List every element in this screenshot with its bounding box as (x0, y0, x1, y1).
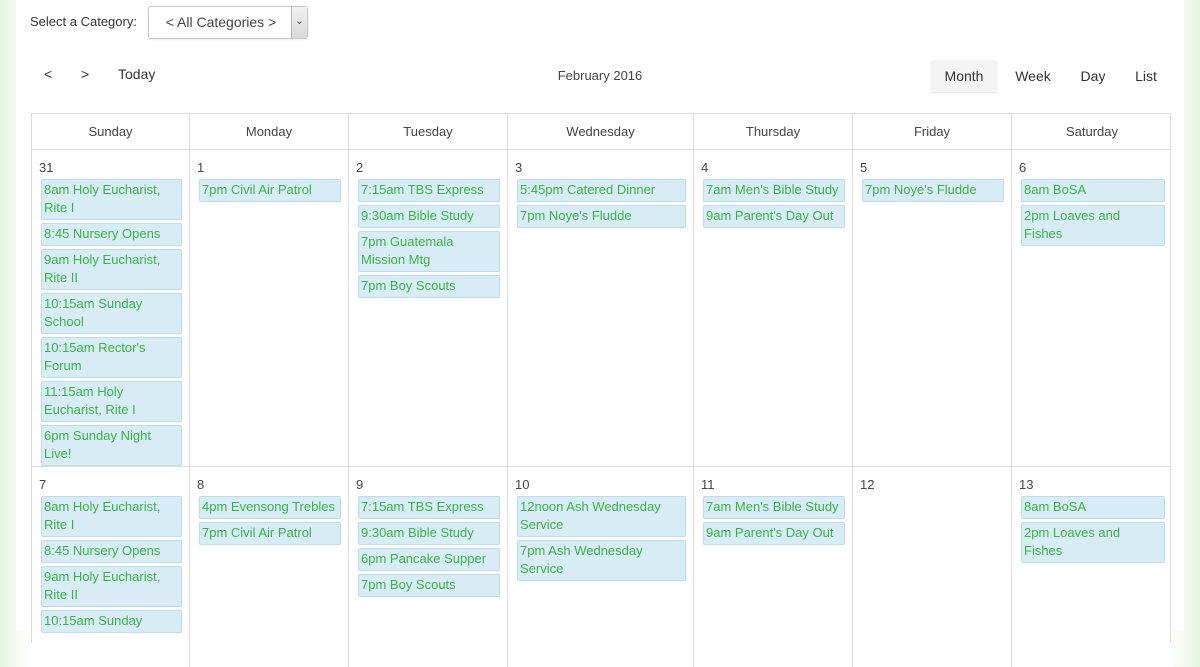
calendar-event[interactable]: 9am Holy Eucharist, Rite II (41, 249, 182, 290)
calendar-event[interactable]: 5:45pm Catered Dinner (517, 179, 686, 202)
weekday-header-row: Sunday Monday Tuesday Wednesday Thursday Frid… (32, 114, 1170, 150)
event-list: 8am BoSA 2pm Loaves and Fishes (1021, 179, 1165, 249)
day-cell[interactable]: 3 5:45pm Catered Dinner 7pm Noye's Fludde (508, 150, 694, 466)
calendar-event[interactable]: 2pm Loaves and Fishes (1021, 205, 1165, 246)
day-cell[interactable]: 9 7:15am TBS Express 9:30am Bible Study 6pm… (349, 467, 508, 667)
day-number[interactable]: 12 (860, 477, 874, 492)
day-number[interactable]: 13 (1019, 477, 1033, 492)
day-number[interactable]: 9 (356, 477, 363, 492)
calendar-event[interactable]: 8am BoSA (1021, 496, 1165, 519)
day-cell[interactable]: 4 7am Men's Bible Study 9am Parent's Day O… (694, 150, 853, 466)
day-cell[interactable]: 7 8am Holy Eucharist, Rite I 8:45 Nursery … (32, 467, 190, 667)
event-list: 7:15am TBS Express 9:30am Bible Study 6pm … (358, 496, 500, 600)
event-list: 7:15am TBS Express 9:30am Bible Study 7pm … (358, 179, 500, 301)
day-number[interactable]: 10 (515, 477, 529, 492)
month-grid: Sunday Monday Tuesday Wednesday Thursday Frid… (31, 113, 1171, 667)
calendar-panel: Select a Category: < All Categories > ⌄ … (16, 0, 1184, 667)
calendar-event[interactable]: 9am Parent's Day Out (703, 522, 845, 545)
calendar-event[interactable]: 6pm Pancake Supper (358, 548, 500, 571)
calendar-event[interactable]: 12noon Ash Wednesday Service (517, 496, 686, 537)
day-cell[interactable]: 6 8am BoSA 2pm Loaves and Fishes (1012, 150, 1172, 466)
event-list: 4pm Evensong Trebles 7pm Civil Air Patrol (199, 496, 341, 548)
category-label: Select a Category: (30, 14, 137, 29)
calendar-event[interactable]: 7pm Ash Wednesday Service (517, 540, 686, 581)
weekday-header-thursday: Thursday (694, 114, 853, 149)
view-list-button[interactable]: List (1123, 60, 1169, 92)
calendar-event[interactable]: 7:15am TBS Express (358, 496, 500, 519)
calendar-event[interactable]: 7pm Noye's Fludde (517, 205, 686, 228)
calendar-event[interactable]: 8am BoSA (1021, 179, 1165, 202)
day-cell[interactable]: 11 7am Men's Bible Study 9am Parent's Day … (694, 467, 853, 667)
calendar-event[interactable]: 7am Men's Bible Study (703, 496, 845, 519)
calendar-event[interactable]: 7:15am TBS Express (358, 179, 500, 202)
calendar-event[interactable]: 7pm Guatemala Mission Mtg (358, 231, 500, 272)
calendar-event[interactable]: 10:15am Sunday School (41, 293, 182, 334)
calendar-event[interactable]: 8:45 Nursery Opens (41, 540, 182, 563)
event-list: 7am Men's Bible Study 9am Parent's Day Ou… (703, 179, 845, 231)
week-row: 31 8am Holy Eucharist, Rite I 8:45 Nursery… (32, 150, 1170, 467)
view-week-button[interactable]: Week (1003, 60, 1063, 92)
week-row: 7 8am Holy Eucharist, Rite I 8:45 Nursery … (32, 467, 1170, 667)
calendar-event[interactable]: 7pm Civil Air Patrol (199, 179, 341, 202)
calendar-event[interactable]: 8am Holy Eucharist, Rite I (41, 496, 182, 537)
calendar-event[interactable]: 7pm Civil Air Patrol (199, 522, 341, 545)
weekday-header-monday: Monday (190, 114, 349, 149)
event-list: 7am Men's Bible Study 9am Parent's Day Ou… (703, 496, 845, 548)
day-cell[interactable]: 10 12noon Ash Wednesday Service 7pm Ash We… (508, 467, 694, 667)
calendar-event[interactable]: 2pm Loaves and Fishes (1021, 522, 1165, 563)
calendar-event[interactable]: 4pm Evensong Trebles (199, 496, 341, 519)
day-cell[interactable]: 31 8am Holy Eucharist, Rite I 8:45 Nursery… (32, 150, 190, 466)
day-cell[interactable]: 12 (853, 467, 1012, 667)
day-number[interactable]: 6 (1019, 160, 1026, 175)
event-list: 8am Holy Eucharist, Rite I 8:45 Nursery O… (41, 179, 182, 469)
calendar-event[interactable]: 6pm Sunday Night Live! (41, 425, 182, 466)
calendar-event[interactable]: 8:45 Nursery Opens (41, 223, 182, 246)
weekday-header-sunday: Sunday (32, 114, 190, 149)
day-cell[interactable]: 1 7pm Civil Air Patrol (190, 150, 349, 466)
category-select[interactable]: < All Categories > ⌄ (148, 6, 308, 39)
event-list: 7pm Noye's Fludde (862, 179, 1004, 205)
category-select-value: < All Categories > (165, 14, 277, 30)
day-number[interactable]: 2 (356, 160, 363, 175)
view-month-button[interactable]: Month (931, 60, 997, 92)
day-number[interactable]: 8 (197, 477, 204, 492)
calendar-event[interactable]: 11:15am Holy Eucharist, Rite I (41, 381, 182, 422)
day-cell[interactable]: 13 8am BoSA 2pm Loaves and Fishes (1012, 467, 1172, 667)
event-list: 7pm Civil Air Patrol (199, 179, 341, 205)
day-cell[interactable]: 2 7:15am TBS Express 9:30am Bible Study 7pm… (349, 150, 508, 466)
calendar-event[interactable]: 9am Parent's Day Out (703, 205, 845, 228)
calendar-event[interactable]: 9:30am Bible Study (358, 205, 500, 228)
chevron-down-icon[interactable]: ⌄ (291, 7, 307, 38)
day-number[interactable]: 4 (701, 160, 708, 175)
event-list: 8am BoSA 2pm Loaves and Fishes (1021, 496, 1165, 566)
weekday-header-tuesday: Tuesday (349, 114, 508, 149)
event-list: 12noon Ash Wednesday Service 7pm Ash Wedn… (517, 496, 686, 584)
day-cell[interactable]: 5 7pm Noye's Fludde (853, 150, 1012, 466)
calendar-event[interactable]: 9am Holy Eucharist, Rite II (41, 566, 182, 607)
calendar-event[interactable]: 7pm Boy Scouts (358, 574, 500, 597)
event-list: 5:45pm Catered Dinner 7pm Noye's Fludde (517, 179, 686, 231)
day-number[interactable]: 5 (860, 160, 867, 175)
day-number[interactable]: 1 (197, 160, 204, 175)
calendar-event[interactable]: 7pm Boy Scouts (358, 275, 500, 298)
day-cell[interactable]: 8 4pm Evensong Trebles 7pm Civil Air Patro… (190, 467, 349, 667)
calendar-event[interactable]: 7pm Noye's Fludde (862, 179, 1004, 202)
calendar-event[interactable]: 10:15am Rector's Forum (41, 337, 182, 378)
day-number[interactable]: 3 (515, 160, 522, 175)
event-list: 8am Holy Eucharist, Rite I 8:45 Nursery O… (41, 496, 182, 636)
weekday-header-friday: Friday (853, 114, 1012, 149)
day-number[interactable]: 7 (39, 477, 46, 492)
calendar-event[interactable]: 8am Holy Eucharist, Rite I (41, 179, 182, 220)
day-number[interactable]: 11 (701, 477, 715, 492)
calendar-event[interactable]: 7am Men's Bible Study (703, 179, 845, 202)
weekday-header-wednesday: Wednesday (508, 114, 694, 149)
day-number[interactable]: 31 (39, 160, 53, 175)
view-day-button[interactable]: Day (1069, 60, 1117, 92)
calendar-event[interactable]: 9:30am Bible Study (358, 522, 500, 545)
weekday-header-saturday: Saturday (1065, 124, 1119, 139)
